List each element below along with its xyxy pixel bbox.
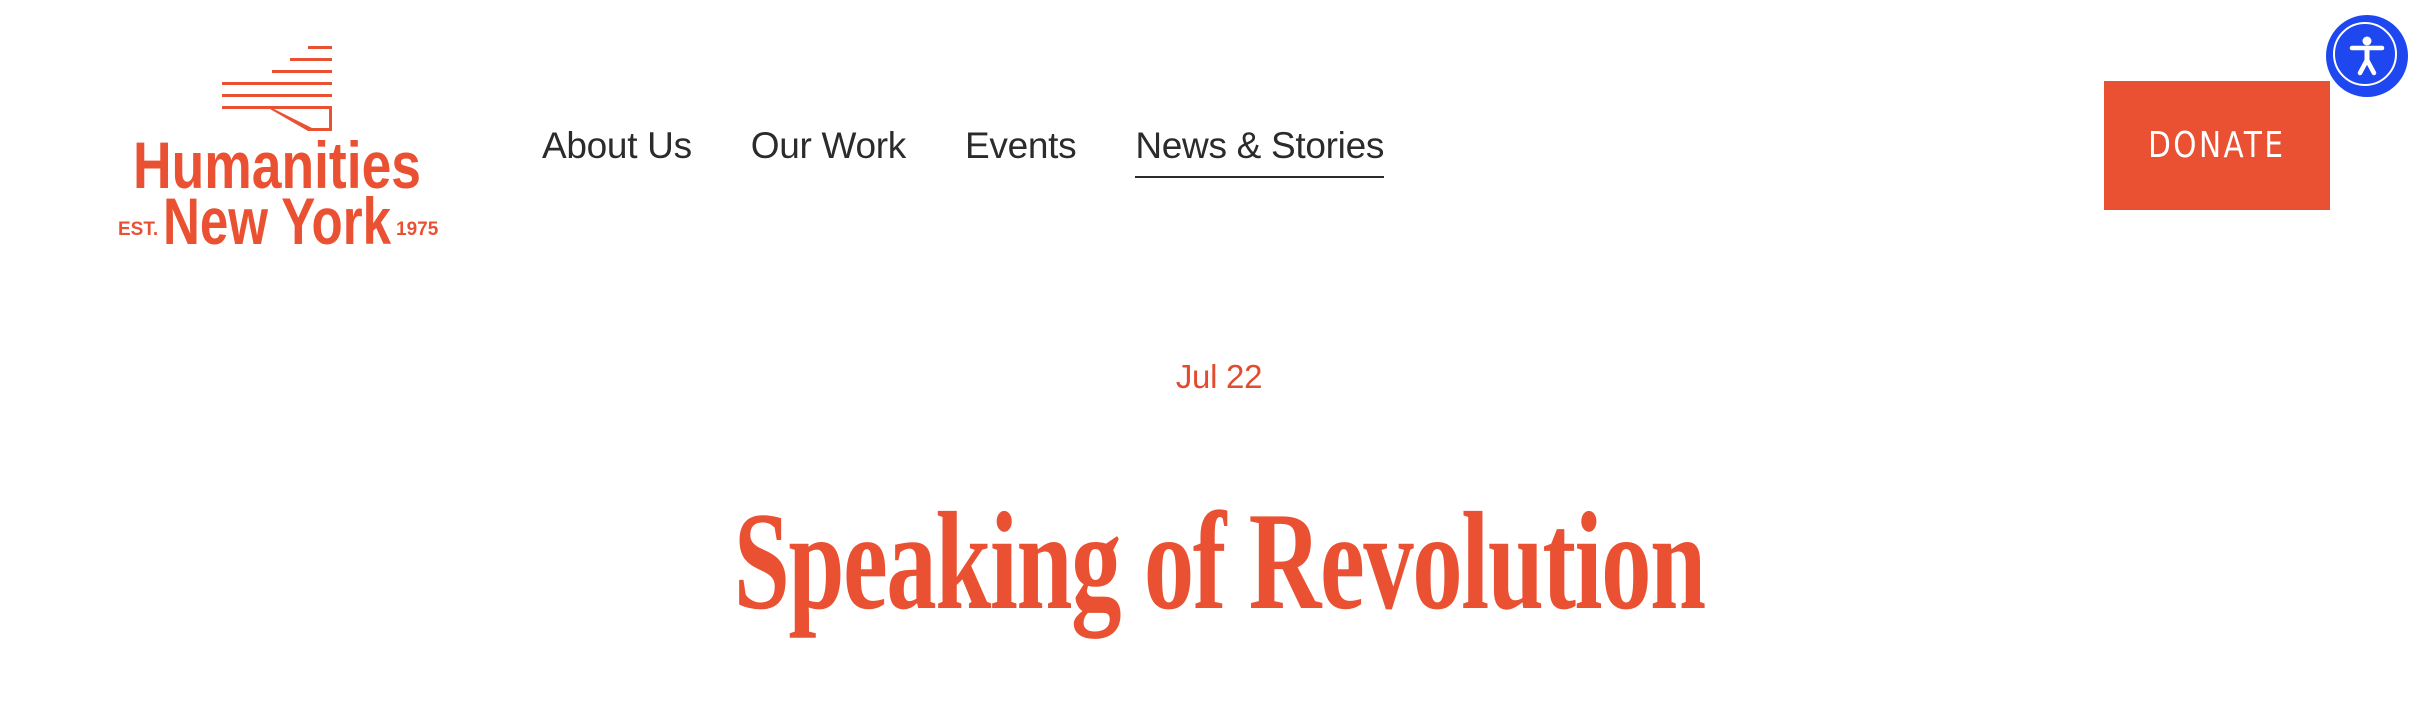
page: Humanities EST. New York 1975 About Us O…	[0, 0, 2428, 710]
accessibility-button[interactable]	[2322, 11, 2412, 101]
logo-stripes-icon	[222, 46, 332, 131]
humanities-new-york-logo[interactable]: Humanities EST. New York 1975	[112, 42, 442, 252]
logo-est: EST.	[118, 219, 158, 240]
article-date: Jul 22	[1175, 358, 1263, 395]
main-nav: About Us Our Work Events News & Stories	[542, 118, 1384, 178]
nav-our-work[interactable]: Our Work	[751, 118, 907, 176]
nav-about-us[interactable]: About Us	[542, 118, 692, 176]
accessibility-icon	[2349, 36, 2385, 76]
donate-button[interactable]: DONATE	[2104, 81, 2330, 210]
logo-mark: Humanities EST. New York 1975	[118, 46, 439, 252]
logo-year: 1975	[396, 219, 439, 240]
article-title: Speaking of Revolution	[0, 492, 2428, 632]
donate-label: DONATE	[2148, 125, 2286, 166]
nav-news-and-stories[interactable]: News & Stories	[1135, 118, 1384, 178]
article-title-text: Speaking of Revolution	[733, 484, 1706, 639]
logo-line2: New York	[163, 184, 391, 252]
nav-events[interactable]: Events	[965, 118, 1077, 176]
